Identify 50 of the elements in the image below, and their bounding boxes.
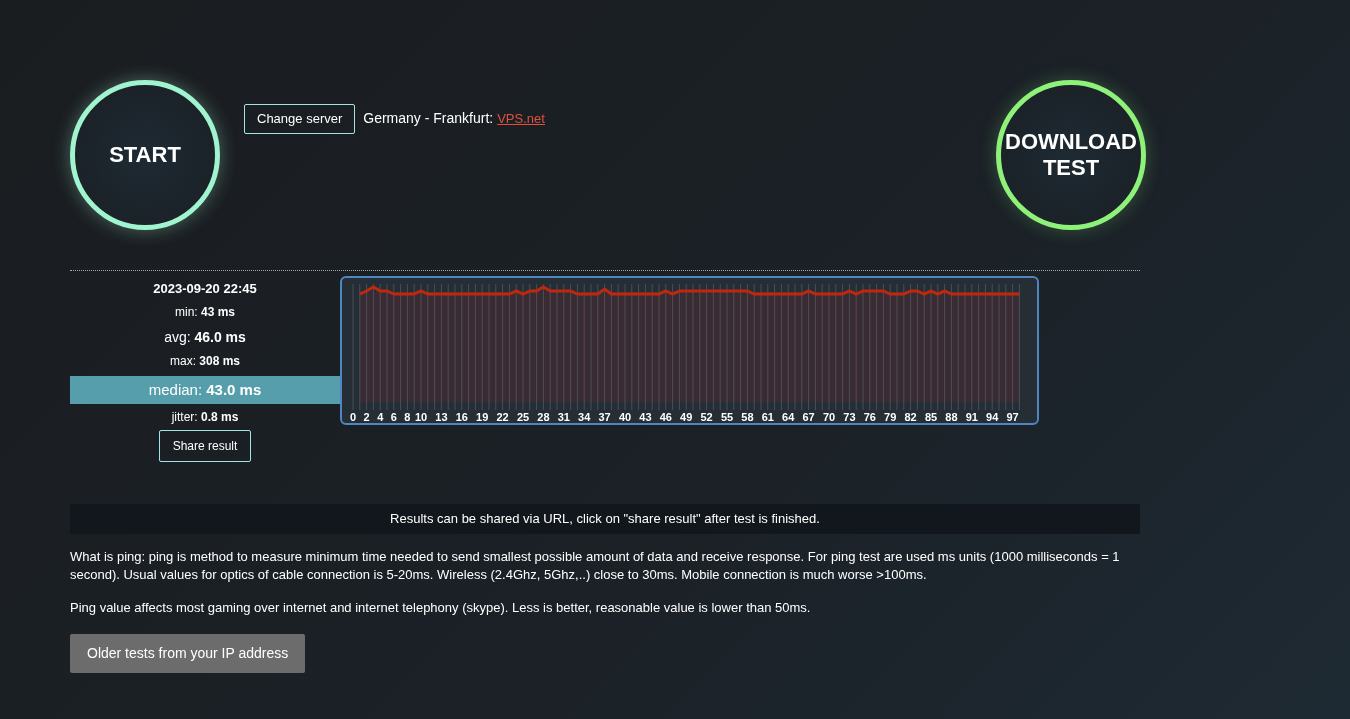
share-result-button[interactable]: Share result [158,430,252,462]
axis-label: 43 [639,411,652,423]
axis-label: 46 [659,411,672,423]
axis-label: 2 [363,411,370,423]
axis-label: 40 [618,411,632,423]
stat-line: max: 308 ms [168,352,241,370]
axis-label: 10 [414,411,428,423]
axis-label: 34 [578,411,591,423]
axis-label: 61 [761,411,774,423]
info-paragraph: Ping value affects most gaming over internet and internet telephony (skype). Less is better, reasonable value is lower than 50ms. [70,599,812,618]
axis-label: 55 [720,411,734,423]
start-button[interactable]: START [70,80,220,230]
share-note: Results can be shared via URL, click on "share result" after test is finished. [70,504,1140,534]
axis-label: 37 [598,411,611,423]
axis-label: 70 [822,411,836,423]
axis-label: 64 [782,411,795,423]
axis-label: 67 [802,411,815,423]
test-date: 2023-09-20 22:45 [152,280,258,298]
axis-label: 88 [945,411,958,423]
stat-line: jitter: 0.8 ms [170,409,240,426]
download-test-button[interactable]: DOWNLOAD TEST [996,80,1146,230]
axis-label: 91 [965,411,978,423]
axis-label: 52 [700,411,713,423]
axis-label: 22 [496,411,509,423]
axis-label: 28 [537,411,550,423]
stat-line: min: 43 ms [173,303,236,321]
info-paragraph: What is ping: ping is method to measure minimum time needed to send smallest possible amount of data and receive response. For ping test are used ms units (1000 milliseconds = 1 second). Usual values for optics of cable connection is 5-20ms. Wireless (2.4Ghz, 5Ghz,..) close to 30ms. Mobile connection is much worse >100ms. [70,547,1121,585]
stat-line: avg: 46.0 ms [163,327,247,347]
axis-label: 49 [680,411,693,423]
axis-label: 16 [455,411,468,423]
axis-label: 58 [741,411,754,423]
axis-label: 6 [390,411,397,423]
change-server-button[interactable]: Change server [244,104,356,134]
axis-label: 79 [884,411,897,423]
provider-link[interactable]: VPS.net [497,109,545,129]
axis-label: 76 [863,411,876,423]
axis-label: 97 [1006,411,1019,423]
axis-label: 19 [476,411,489,423]
older-tests-button[interactable]: Older tests from your IP address [70,634,306,674]
axis-label: 8 [404,411,411,423]
server-location: Germany - Frankfurt: [363,109,494,129]
axis-label: 85 [924,411,938,423]
axis-label: 82 [904,411,917,423]
axis-label: 13 [435,411,448,423]
axis-label: 25 [516,411,530,423]
axis-label: 0 [349,411,357,423]
axis-label: 94 [986,411,999,423]
axis-label: 4 [377,411,384,423]
axis-label: 73 [843,411,856,423]
axis-label: 31 [557,411,570,423]
